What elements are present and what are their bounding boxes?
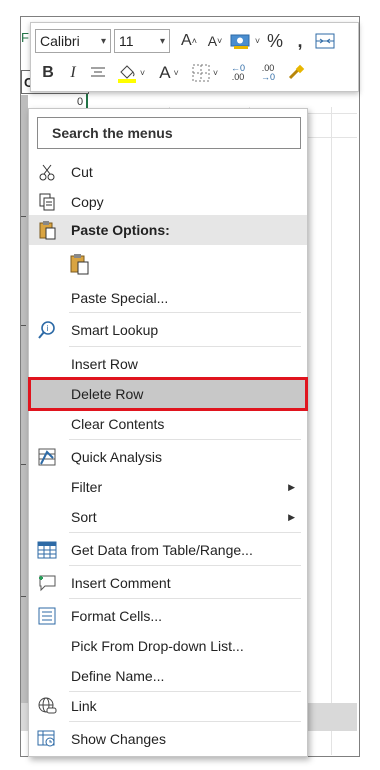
menu-item-label: Cut bbox=[71, 164, 93, 180]
menu-item-clear-contents[interactable]: Clear Contents bbox=[29, 409, 307, 439]
menu-item-link[interactable]: Link bbox=[29, 691, 307, 721]
menu-item-define-name[interactable]: Define Name... bbox=[29, 661, 307, 691]
font-name-select[interactable]: Calibri ▾ bbox=[35, 29, 111, 53]
menu-item-label: Format Cells... bbox=[71, 608, 163, 624]
chevron-right-icon: ▶ bbox=[288, 481, 295, 492]
accounting-number-icon bbox=[230, 34, 250, 49]
comma-style-button[interactable]: , bbox=[288, 29, 312, 53]
search-menus-label: Search the menus bbox=[52, 125, 173, 141]
paint-bucket-icon bbox=[117, 65, 136, 83]
menu-item-smart-lookup[interactable]: i Smart Lookup bbox=[29, 315, 307, 345]
table-range-icon bbox=[37, 540, 57, 560]
increase-decimal-icon: .00 bbox=[231, 72, 245, 82]
menu-item-label: Delete Row bbox=[71, 386, 144, 402]
increase-decimal-button[interactable]: ←0 .00 bbox=[223, 61, 253, 85]
shrink-font-button[interactable]: A ˅ bbox=[202, 29, 228, 53]
paste-option-keep-source[interactable] bbox=[29, 249, 307, 279]
menu-item-show-changes[interactable]: Show Changes bbox=[29, 724, 307, 754]
menu-item-label: Get Data from Table/Range... bbox=[71, 542, 253, 558]
menu-item-get-data[interactable]: Get Data from Table/Range... bbox=[29, 535, 307, 565]
scissors-icon bbox=[37, 162, 57, 182]
format-painter-icon bbox=[288, 64, 305, 80]
menu-item-label: Filter bbox=[71, 479, 103, 495]
percent-style-button[interactable]: % bbox=[262, 29, 288, 53]
row-tick bbox=[21, 325, 26, 326]
menu-item-sort[interactable]: Sort ▶ bbox=[29, 502, 307, 532]
font-name-value: Calibri bbox=[40, 33, 80, 49]
cell-fragment: 0 bbox=[77, 96, 84, 108]
italic-icon: I bbox=[70, 64, 76, 81]
menu-item-label: Smart Lookup bbox=[71, 322, 159, 338]
copy-icon bbox=[37, 192, 57, 212]
menu-item-label: Paste Special... bbox=[71, 290, 169, 306]
center-align-icon bbox=[91, 67, 105, 77]
borders-button[interactable]: ˅ bbox=[187, 61, 223, 85]
menu-item-label: Insert Row bbox=[71, 356, 138, 372]
borders-icon bbox=[192, 64, 210, 82]
accounting-format-button[interactable]: ˅ bbox=[228, 29, 262, 53]
menu-item-label: Define Name... bbox=[71, 668, 165, 684]
row-header-strip bbox=[21, 95, 28, 705]
menu-item-label: Show Changes bbox=[71, 731, 166, 747]
svg-text:i: i bbox=[47, 324, 49, 333]
chevron-down-icon: ▾ bbox=[159, 35, 165, 47]
paste-options-header: Paste Options: bbox=[29, 215, 307, 245]
bold-icon: B bbox=[42, 64, 54, 81]
menu-item-label: Pick From Drop-down List... bbox=[71, 638, 244, 654]
row-tick bbox=[21, 464, 26, 465]
column-letter-fragment: F bbox=[21, 30, 29, 45]
quick-analysis-icon bbox=[37, 447, 57, 467]
merge-center-icon bbox=[315, 33, 335, 49]
font-color-icon: A bbox=[159, 63, 171, 82]
menu-item-insert-row[interactable]: Insert Row bbox=[29, 349, 307, 379]
menu-item-copy[interactable]: Copy bbox=[29, 187, 307, 217]
menu-item-cut[interactable]: Cut bbox=[29, 157, 307, 187]
row-tick bbox=[21, 596, 26, 597]
menu-item-label: Sort bbox=[71, 509, 97, 525]
menu-item-pick-from-list[interactable]: Pick From Drop-down List... bbox=[29, 631, 307, 661]
context-menu: Search the menus Cut Copy Paste Options:… bbox=[28, 108, 308, 757]
chevron-down-icon: ▾ bbox=[100, 35, 106, 47]
menu-item-filter[interactable]: Filter ▶ bbox=[29, 472, 307, 502]
menu-item-label: Clear Contents bbox=[71, 416, 165, 432]
search-menus-input[interactable]: Search the menus bbox=[37, 117, 301, 149]
row-tick bbox=[21, 216, 26, 217]
menu-item-label: Link bbox=[71, 698, 97, 714]
menu-item-label: Insert Comment bbox=[71, 575, 171, 591]
menu-item-quick-analysis[interactable]: Quick Analysis bbox=[29, 442, 307, 472]
font-color-button[interactable]: A ˅ bbox=[151, 61, 187, 85]
shrink-font-icon: A bbox=[207, 33, 218, 49]
menu-item-paste-special[interactable]: Paste Special... bbox=[29, 283, 307, 313]
mini-toolbar: Calibri ▾ 11 ▾ A ˄ A ˅ ˅ % , B I ˅ A ˅ ˅… bbox=[30, 22, 359, 92]
italic-button[interactable]: I bbox=[61, 61, 85, 85]
smart-lookup-icon: i bbox=[37, 320, 57, 340]
menu-item-insert-comment[interactable]: Insert Comment bbox=[29, 568, 307, 598]
menu-item-delete-row[interactable]: Delete Row bbox=[28, 377, 308, 411]
menu-item-label: Paste Options: bbox=[71, 222, 170, 238]
center-align-button[interactable] bbox=[85, 61, 111, 85]
menu-item-label: Copy bbox=[71, 194, 104, 210]
chevron-right-icon: ▶ bbox=[288, 511, 295, 522]
menu-item-label: Quick Analysis bbox=[71, 449, 163, 465]
link-icon bbox=[37, 696, 57, 716]
arrow-right-icon: →0 bbox=[260, 72, 275, 82]
comma-icon: , bbox=[297, 30, 303, 51]
decrease-decimal-button[interactable]: .00 →0 bbox=[253, 61, 283, 85]
merge-center-button[interactable] bbox=[312, 29, 338, 53]
grow-font-icon: A bbox=[181, 32, 192, 49]
fill-color-button[interactable]: ˅ bbox=[111, 61, 151, 85]
font-size-select[interactable]: 11 ▾ bbox=[114, 29, 170, 53]
insert-comment-icon bbox=[37, 573, 57, 593]
show-changes-icon bbox=[37, 729, 57, 749]
bold-button[interactable]: B bbox=[35, 61, 61, 85]
format-painter-button[interactable] bbox=[283, 61, 309, 85]
paste-icon bbox=[69, 254, 89, 275]
grow-font-button[interactable]: A ˄ bbox=[176, 29, 202, 53]
format-cells-icon bbox=[37, 606, 57, 626]
font-size-value: 11 bbox=[119, 33, 134, 49]
menu-item-format-cells[interactable]: Format Cells... bbox=[29, 601, 307, 631]
percent-icon: % bbox=[266, 30, 283, 51]
clipboard-icon bbox=[37, 220, 57, 240]
